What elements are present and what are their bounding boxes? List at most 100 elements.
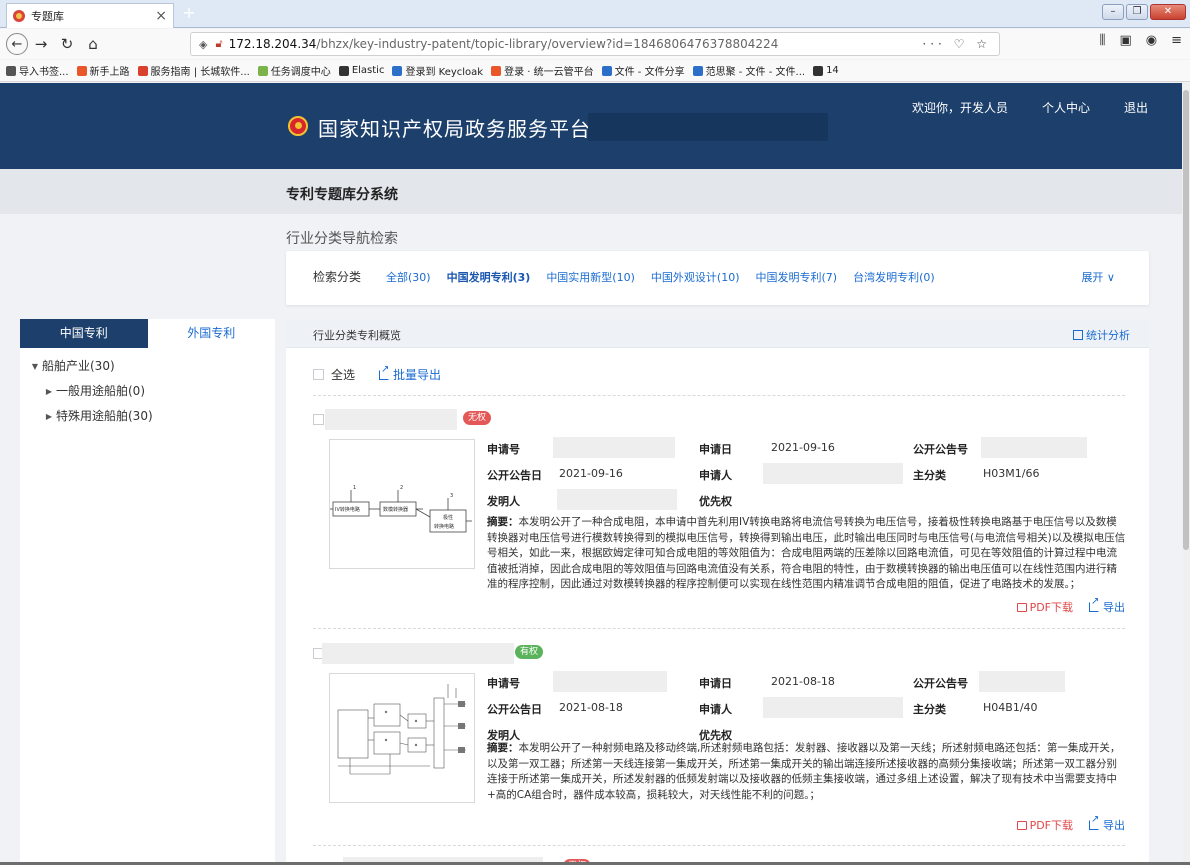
rf-circuit-diagram	[337, 684, 466, 775]
select-all-checkbox[interactable]	[313, 369, 324, 380]
bookmark-item[interactable]: 范思聚 - 文件 - 文件...	[692, 63, 805, 78]
extension-icon[interactable]: ◉	[1146, 33, 1157, 48]
patent-checkbox[interactable]	[313, 414, 324, 425]
diagram-box-3-line1: 极性	[443, 514, 453, 521]
personal-center-link[interactable]: 个人中心	[1042, 99, 1090, 116]
bookmark-item[interactable]: 导入书签...	[6, 63, 69, 78]
sidebar-icon[interactable]: ▣	[1119, 33, 1131, 48]
overview-title: 行业分类专利概览	[313, 329, 401, 342]
menu-icon[interactable]: ≡	[1171, 33, 1182, 48]
status-badge: 无权	[463, 411, 492, 425]
external-link-icon	[1089, 814, 1099, 830]
new-tab-button[interactable]: +	[180, 4, 198, 22]
app-no-label: 申请号	[487, 677, 520, 690]
url-bar[interactable]: ◈ 🔓︎ 172.18.204.34 /bhzx/key-industry-pa…	[190, 32, 1000, 56]
export-link[interactable]: 导出	[1089, 596, 1125, 615]
url-actions[interactable]: ··· ♡ ☆	[922, 37, 991, 51]
redacted-inventor	[557, 489, 677, 510]
abstract-prefix: 摘要：	[487, 516, 519, 528]
header-links: 欢迎你，开发人员 个人中心 退出	[912, 99, 1148, 116]
page-scrollbar-thumb[interactable]	[1183, 90, 1189, 550]
bookmark-favicon-icon	[257, 65, 268, 76]
caret-right-icon[interactable]: ▶	[42, 404, 56, 429]
bookmark-label: 14	[826, 65, 839, 76]
library-icon[interactable]: ⫼	[1099, 33, 1105, 48]
close-window-button[interactable]: ✕	[1150, 4, 1186, 20]
logout-link[interactable]: 退出	[1124, 99, 1148, 116]
bookmark-item[interactable]: 登录 · 统一云管平台	[491, 63, 594, 78]
minimize-button[interactable]: –	[1102, 4, 1124, 20]
bookmark-item[interactable]: 文件 - 文件分享	[601, 63, 685, 78]
filter-all[interactable]: 全部(30)	[386, 269, 431, 285]
redacted-applicant	[763, 697, 903, 718]
stats-analysis-link[interactable]: 统计分析	[1073, 327, 1130, 343]
main-class-value: H03M1/66	[983, 467, 1040, 480]
app-date-value: 2021-09-16	[771, 441, 835, 454]
nav-search-title: 行业分类导航检索	[286, 231, 398, 247]
forward-arrow-icon[interactable]: →	[28, 31, 54, 57]
diagram-num-1: 1	[353, 485, 356, 491]
app-date-label: 申请日	[699, 443, 732, 456]
browser-tab[interactable]: 专题库 ×	[6, 3, 174, 28]
bookmark-favicon-icon	[491, 65, 502, 76]
tree-node-shipbuilding[interactable]: ▼ 船舶产业(30)	[20, 354, 275, 379]
tree-node-special-ship[interactable]: ▶ 特殊用途船舶(30)	[20, 404, 275, 429]
bookmark-favicon-icon	[338, 65, 349, 76]
tab-foreign-patent[interactable]: 外国专利	[147, 319, 275, 348]
diagram-box-1: IV转换电路	[335, 506, 360, 513]
export-label: 导出	[1103, 601, 1125, 614]
caret-down-icon[interactable]: ▼	[28, 354, 42, 379]
pdf-download-link[interactable]: PDF下载	[1016, 817, 1073, 833]
bookmark-item[interactable]: 登录到 Keycloak	[392, 63, 483, 78]
patent-actions: PDF下载 导出	[1016, 596, 1125, 615]
redacted-patent-title[interactable]	[322, 643, 514, 664]
patent-abstract: 摘要：本发明公开了一种合成电阻，本申请中首先利用IV转换电路将电流信号转换为电压…	[487, 515, 1127, 593]
export-link[interactable]: 导出	[1089, 814, 1125, 833]
diagram-num-3: 3	[450, 493, 453, 499]
bookmark-item[interactable]: 服务指南 | 长城软件...	[137, 63, 250, 78]
insecure-lock-icon[interactable]: 🔓︎	[215, 37, 222, 51]
divider	[313, 395, 1125, 396]
redacted-patent-title[interactable]	[325, 409, 457, 430]
subsystem-title: 专利专题库分系统	[286, 187, 398, 203]
expand-button[interactable]: 展开 ∨	[1081, 269, 1115, 285]
bookmark-item[interactable]: 新手上路	[76, 63, 130, 78]
reload-icon[interactable]: ↻	[54, 31, 80, 57]
tree-node-general-ship[interactable]: ▶ 一般用途船舶(0)	[20, 379, 275, 404]
batch-export-label: 批量导出	[393, 368, 442, 382]
patent-drawing[interactable]: IV转换电路 数模转换器 极性 转换电路 1 2 3	[329, 439, 475, 569]
pub-no-label: 公开公告号	[913, 443, 968, 456]
pub-date-label: 公开公告日	[487, 703, 542, 716]
filter-tw-invention[interactable]: 台湾发明专利(0)	[853, 269, 935, 285]
filter-cn-invention[interactable]: 中国发明专利(3)	[447, 269, 531, 285]
back-arrow-icon[interactable]: ←	[6, 33, 28, 55]
abstract-text: 本发明公开了一种射频电路及移动终端,所述射频电路包括：发射器、接收器以及第一天线…	[487, 742, 1121, 801]
maximize-button[interactable]: ❐	[1126, 4, 1148, 20]
filter-cn-design[interactable]: 中国外观设计(10)	[651, 269, 740, 285]
filter-cn-utility[interactable]: 中国实用新型(10)	[546, 269, 635, 285]
divider	[313, 845, 1125, 846]
pdf-icon	[1016, 820, 1027, 830]
applicant-label: 申请人	[699, 703, 732, 716]
patent-drawing[interactable]	[329, 673, 475, 803]
bookmark-item[interactable]: Elastic	[338, 65, 384, 76]
home-icon[interactable]: ⌂	[80, 31, 106, 57]
url-path: /bhzx/key-industry-patent/topic-library/…	[316, 37, 779, 51]
tracking-shield-icon[interactable]: ◈	[199, 38, 207, 51]
bookmark-item[interactable]: 任务调度中心	[257, 63, 331, 78]
bookmark-item[interactable]: 14	[813, 65, 839, 76]
abstract-prefix: 摘要：	[487, 742, 519, 754]
patent-fields: 申请号 申请日 2021-08-18 公开公告号 公开公告日 2021-08-1…	[487, 671, 1127, 749]
tab-close-icon[interactable]: ×	[155, 8, 167, 24]
patent-item: 有权 申请号 申请日 2021-08-18 公开公告号 公开公告日 2021-0…	[313, 643, 1125, 853]
pdf-download-link[interactable]: PDF下载	[1016, 599, 1073, 615]
tab-cn-patent[interactable]: 中国专利	[20, 319, 148, 348]
filter-cn-invention-2[interactable]: 中国发明专利(7)	[756, 269, 838, 285]
caret-right-icon[interactable]: ▶	[42, 379, 56, 404]
main-class-label: 主分类	[913, 469, 946, 482]
batch-export-link[interactable]: 批量导出	[379, 364, 442, 383]
select-all-label[interactable]: 全选	[331, 366, 355, 383]
status-badge: 有权	[515, 645, 544, 659]
patent-actions: PDF下载 导出	[1016, 814, 1125, 833]
bookmarks-bar: 导入书签... 新手上路 服务指南 | 长城软件... 任务调度中心 Elastic 登录…	[0, 60, 1190, 82]
